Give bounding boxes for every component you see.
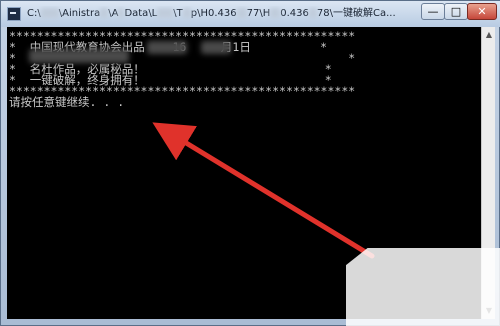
watermark [346, 248, 500, 326]
arrow-line [152, 122, 375, 259]
